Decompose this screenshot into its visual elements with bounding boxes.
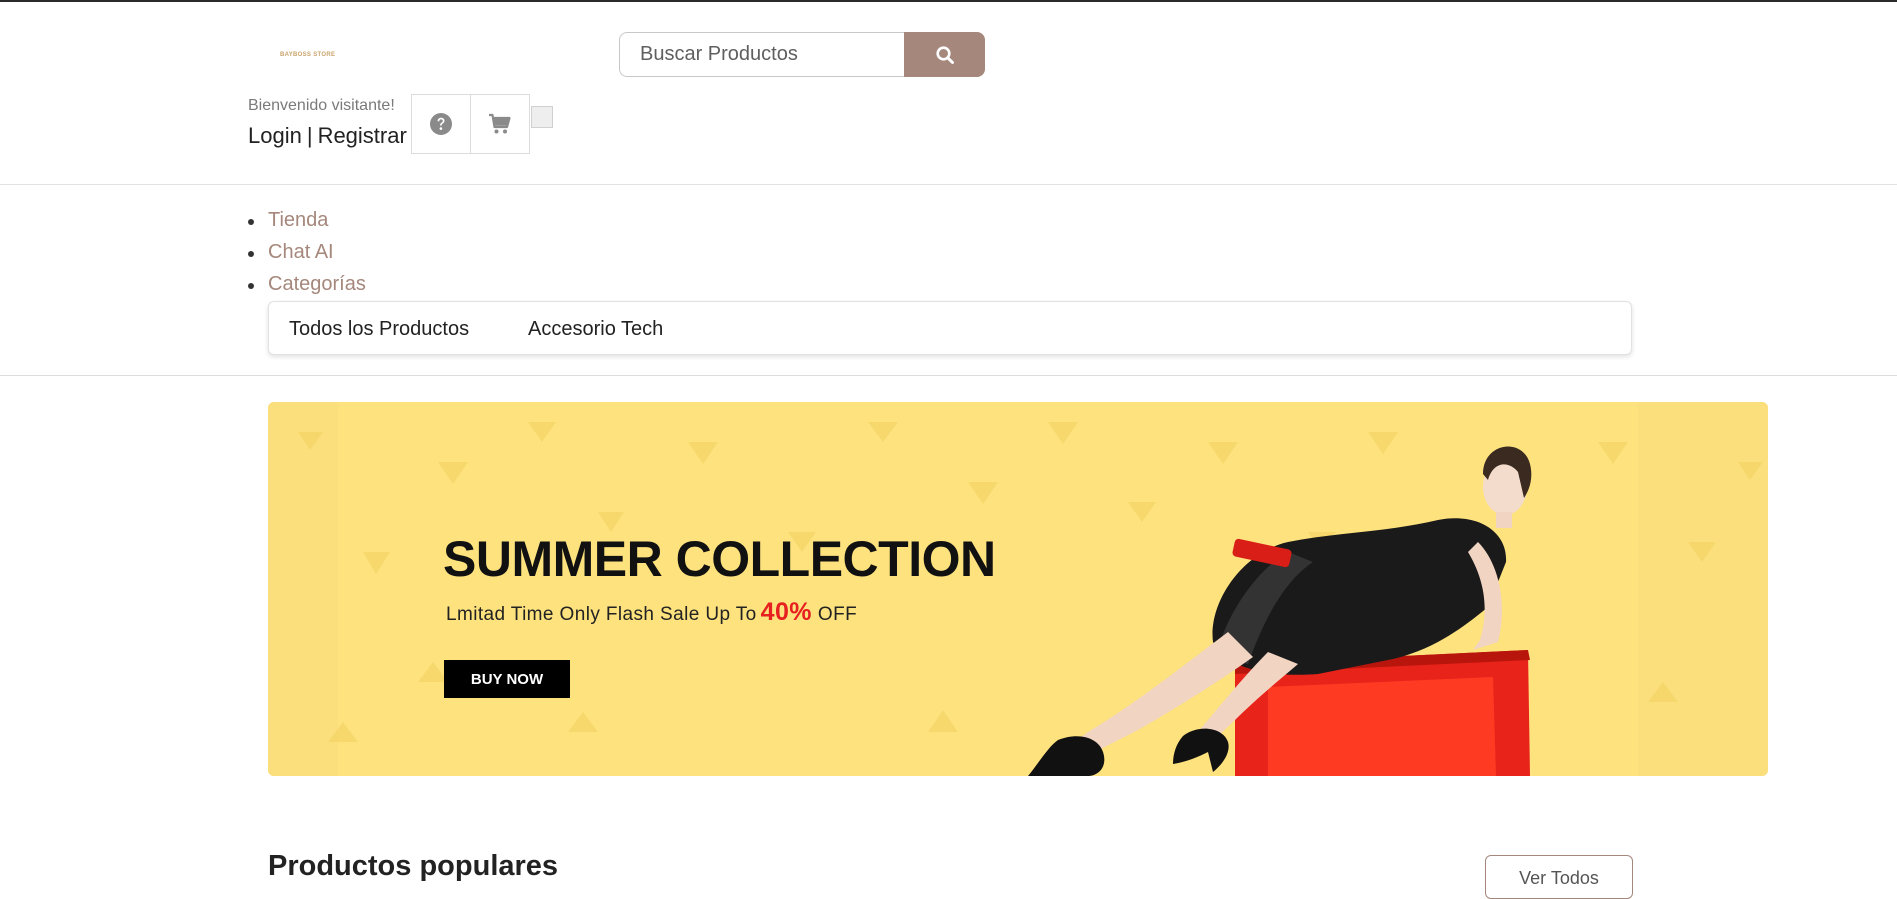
banner-subtitle-text: Lmitad Time Only Flash Sale Up To	[446, 604, 757, 625]
auth-links: Login | Registrar	[248, 123, 407, 149]
buy-now-button[interactable]: BUY NOW	[444, 660, 570, 698]
login-link[interactable]: Login	[248, 123, 302, 148]
auth-separator: |	[306, 123, 313, 148]
banner-discount: 40%	[760, 598, 812, 626]
categories-dropdown: Todos los Productos Accesorio Tech	[268, 301, 1632, 355]
search-icon	[935, 45, 954, 64]
menu-toggle-checkbox[interactable]	[531, 106, 553, 128]
question-circle-icon	[430, 113, 452, 135]
search-input[interactable]	[619, 32, 904, 77]
category-all-products[interactable]: Todos los Productos	[289, 318, 469, 341]
search-bar	[619, 32, 985, 77]
banner-background	[268, 402, 1768, 776]
welcome-text: Bienvenido visitante!	[248, 97, 395, 114]
help-button[interactable]	[411, 94, 471, 154]
nav-item-chat-ai[interactable]: Chat AI	[248, 239, 366, 271]
nav-item-categorias[interactable]: Categorías	[248, 271, 366, 303]
hero-banner[interactable]: SUMMER COLLECTION Lmitad Time Only Flash…	[268, 402, 1768, 776]
view-all-button[interactable]: Ver Todos	[1485, 855, 1633, 899]
nav-item-tienda[interactable]: Tienda	[248, 207, 366, 239]
header-divider	[0, 184, 1897, 185]
main-nav: Tienda Chat AI Categorías	[248, 207, 366, 303]
store-logo[interactable]: BAYBOSS STORE	[280, 52, 340, 60]
top-border	[0, 0, 1897, 2]
cart-icon	[489, 113, 511, 134]
cart-button[interactable]	[470, 94, 530, 154]
register-link[interactable]: Registrar	[318, 123, 407, 148]
nav-divider	[0, 375, 1897, 376]
banner-title: SUMMER COLLECTION	[443, 531, 996, 587]
search-button[interactable]	[904, 32, 985, 77]
popular-products-title: Productos populares	[268, 850, 559, 882]
banner-off-text: OFF	[817, 604, 858, 625]
banner-subtitle: Lmitad Time Only Flash Sale Up To 40% OFF	[446, 598, 857, 627]
category-tech-accessory[interactable]: Accesorio Tech	[528, 318, 663, 341]
